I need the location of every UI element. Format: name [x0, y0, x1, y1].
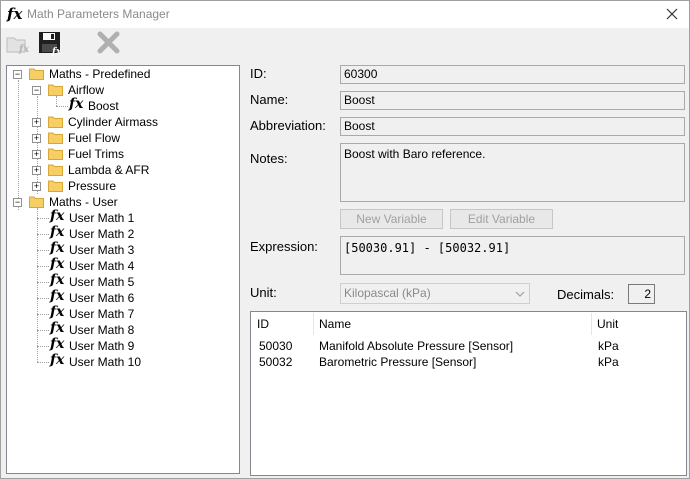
tree-label: User Math 4: [69, 259, 135, 273]
fx-icon: fx: [7, 5, 23, 23]
tree-label: User Math 5: [69, 275, 135, 289]
expand-icon[interactable]: +: [32, 150, 41, 159]
id-label: ID:: [250, 66, 267, 81]
fx-icon: fx: [50, 336, 65, 352]
expand-icon[interactable]: +: [32, 134, 41, 143]
tree-label: User Math 6: [69, 291, 135, 305]
tree-label: User Math 7: [69, 307, 135, 321]
variable-name: Manifold Absolute Pressure [Sensor]: [319, 339, 514, 353]
folder-icon: [48, 84, 63, 96]
folder-icon: [48, 132, 63, 144]
expression-field[interactable]: [50030.91] - [50032.91]: [340, 236, 685, 275]
new-variable-button[interactable]: New Variable: [340, 209, 443, 229]
collapse-icon[interactable]: −: [13, 70, 22, 79]
abbreviation-label: Abbreviation:: [250, 118, 326, 133]
folder-fx-icon: fx: [6, 37, 30, 55]
notes-field[interactable]: Boost with Baro reference.: [340, 143, 685, 202]
tree-label: Fuel Trims: [68, 147, 125, 161]
tree-label: User Math 8: [69, 323, 135, 337]
tree-label: Cylinder Airmass: [68, 115, 159, 129]
x-cross-icon: [97, 31, 120, 54]
folder-icon: [48, 164, 63, 176]
abbreviation-field[interactable]: Boost: [340, 117, 685, 136]
folder-icon: [48, 148, 63, 160]
fx-icon: fx: [50, 224, 65, 240]
folder-icon: [48, 116, 63, 128]
variable-unit: kPa: [598, 355, 619, 369]
floppy-disk-icon: fx: [39, 32, 62, 57]
tree-label: Boost: [88, 99, 119, 113]
column-header-id[interactable]: ID: [251, 312, 313, 337]
tree-label: Maths - Predefined: [49, 67, 151, 81]
expand-icon[interactable]: +: [32, 166, 41, 175]
fx-icon: fx: [50, 208, 65, 224]
fx-icon: fx: [50, 272, 65, 288]
fx-icon: fx: [50, 352, 65, 368]
decimals-label: Decimals:: [557, 287, 615, 302]
notes-label: Notes:: [250, 151, 288, 166]
tree-label: Fuel Flow: [68, 131, 121, 145]
tree-label: User Math 10: [69, 355, 142, 369]
folder-icon: [29, 68, 44, 80]
fx-icon: fx: [50, 288, 65, 304]
variable-name: Barometric Pressure [Sensor]: [319, 355, 477, 369]
name-label: Name:: [250, 92, 289, 107]
tree-label: Lambda & AFR: [68, 163, 150, 177]
delete-button[interactable]: [95, 30, 123, 56]
fx-icon: fx: [50, 304, 65, 320]
tree-label: User Math 3: [69, 243, 135, 257]
new-fx-button[interactable]: fx: [5, 30, 33, 56]
folder-icon: [48, 180, 63, 192]
tree-label: Pressure: [68, 179, 117, 193]
svg-text:fx: fx: [51, 47, 62, 56]
tree-label: User Math 2: [69, 227, 135, 241]
list-item[interactable]: 50030 Manifold Absolute Pressure [Sensor…: [251, 339, 684, 355]
unit-value: Kilopascal (kPa): [344, 286, 431, 300]
tree-label: User Math 1: [69, 211, 135, 225]
name-field[interactable]: Boost: [340, 91, 685, 110]
collapse-icon[interactable]: −: [32, 86, 41, 95]
fx-icon: fx: [69, 96, 84, 112]
list-item[interactable]: 50032 Barometric Pressure [Sensor] kPa: [251, 355, 684, 371]
tree-label: Maths - User: [49, 195, 118, 209]
variables-list[interactable]: ID Name Unit 50030 Manifold Absolute Pre…: [250, 311, 687, 476]
collapse-icon[interactable]: −: [13, 198, 22, 207]
expand-icon[interactable]: +: [32, 118, 41, 127]
window-title: Math Parameters Manager: [27, 7, 170, 21]
edit-variable-button[interactable]: Edit Variable: [450, 209, 553, 229]
column-header-name[interactable]: Name: [313, 312, 591, 337]
parameters-tree[interactable]: − Maths - Predefined − Airflow fx Boost …: [6, 65, 240, 474]
folder-icon: [29, 196, 44, 208]
title-bar: fx Math Parameters Manager: [1, 1, 689, 28]
id-field[interactable]: 60300: [340, 65, 685, 84]
close-icon: [666, 8, 678, 20]
toolbar: fx fx: [1, 28, 689, 58]
fx-icon: fx: [50, 320, 65, 336]
chevron-down-icon: [515, 291, 525, 297]
decimals-field[interactable]: 2: [628, 284, 655, 304]
close-button[interactable]: [663, 5, 681, 23]
tree-label: User Math 9: [69, 339, 135, 353]
expand-icon[interactable]: +: [32, 182, 41, 191]
tree-label: Airflow: [68, 83, 105, 97]
expression-label: Expression:: [250, 239, 318, 254]
svg-text:fx: fx: [18, 44, 30, 55]
unit-label: Unit:: [250, 285, 277, 300]
fx-icon: fx: [50, 240, 65, 256]
save-button[interactable]: fx: [37, 30, 65, 57]
variable-unit: kPa: [598, 339, 619, 353]
variable-id: 50030: [259, 339, 293, 353]
unit-select[interactable]: Kilopascal (kPa): [340, 283, 530, 304]
variable-id: 50032: [259, 355, 293, 369]
math-parameters-window: fx Math Parameters Manager fx fx − Maths…: [0, 0, 690, 479]
fx-icon: fx: [50, 256, 65, 272]
column-header-unit[interactable]: Unit: [591, 312, 685, 337]
